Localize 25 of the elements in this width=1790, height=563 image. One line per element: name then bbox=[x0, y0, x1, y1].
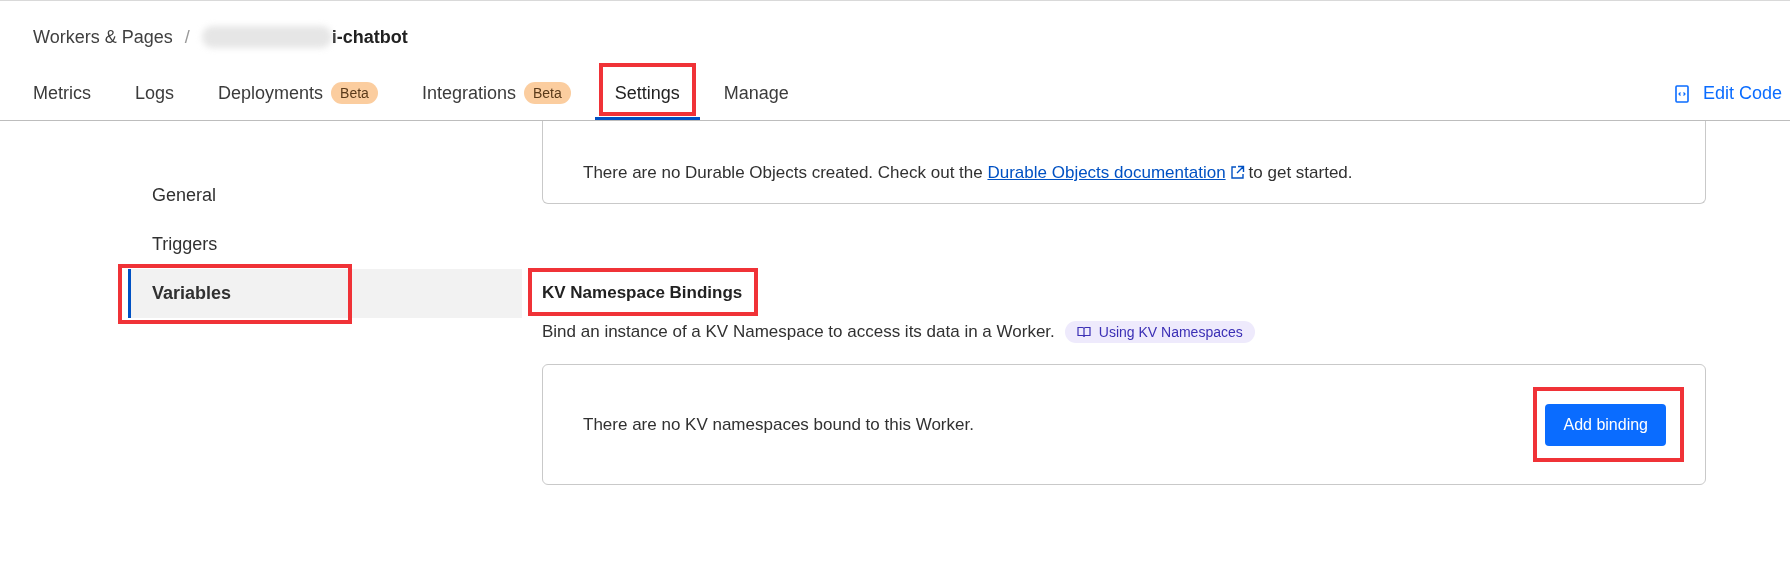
empty-state-text: There are no KV namespaces bound to this Worker. bbox=[583, 414, 974, 435]
book-icon bbox=[1076, 326, 1091, 338]
breadcrumb-separator: / bbox=[184, 26, 190, 48]
tab[interactable]: Logs bbox=[115, 73, 195, 120]
tab[interactable]: Manage bbox=[703, 73, 809, 120]
worker-name: i-chatbot bbox=[331, 26, 408, 48]
breadcrumb-link[interactable]: Workers & Pages bbox=[33, 26, 173, 48]
tab[interactable]: Settings bbox=[594, 73, 700, 120]
sidebar-item[interactable]: General bbox=[128, 171, 522, 220]
documentation-link[interactable]: Durable Objects documentation bbox=[987, 163, 1226, 182]
tab[interactable]: Metrics bbox=[33, 73, 111, 120]
section-description: Bind an instance of a KV Namespace to access its data in a Worker. bbox=[542, 322, 1055, 342]
edit-code-link[interactable]: Edit Code bbox=[1674, 73, 1782, 120]
code-file-icon bbox=[1674, 84, 1689, 103]
external-link-icon bbox=[1229, 165, 1245, 180]
sidebar-item[interactable]: Variables bbox=[128, 269, 522, 318]
tab[interactable]: Deployments Beta bbox=[198, 73, 398, 120]
add-binding-button[interactable]: Add binding bbox=[1545, 403, 1666, 446]
beta-badge: Beta bbox=[331, 82, 378, 104]
beta-badge: Beta bbox=[523, 82, 571, 104]
sidebar-item[interactable]: Triggers bbox=[128, 220, 522, 269]
docs-link[interactable]: Using KV Namespaces bbox=[1064, 321, 1255, 343]
section-heading: KV Namespace Bindings bbox=[542, 283, 743, 303]
tab[interactable]: Integrations Beta bbox=[401, 73, 591, 120]
card-text: There are no Durable Objects created. Check out the Durable Objects documentation to get started. bbox=[583, 163, 1353, 182]
